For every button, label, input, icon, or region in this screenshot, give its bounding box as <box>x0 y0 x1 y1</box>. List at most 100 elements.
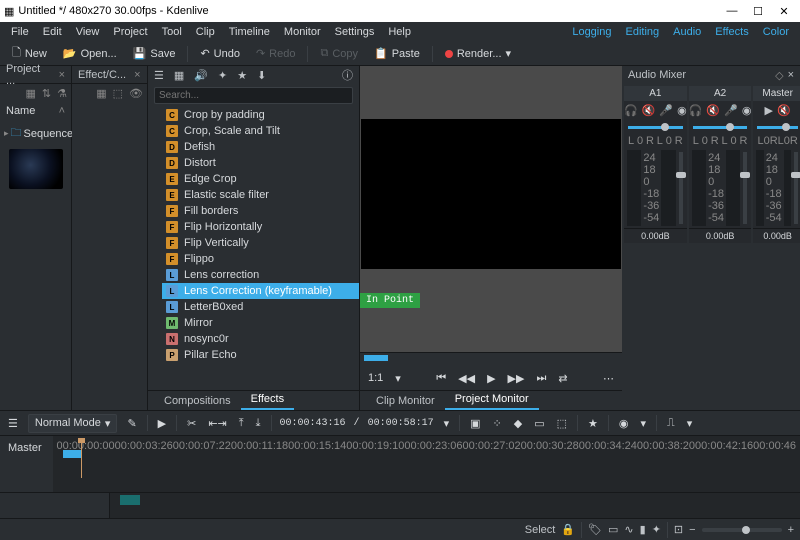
layout-effects[interactable]: Effects <box>708 24 755 40</box>
playhead[interactable] <box>81 438 82 478</box>
channel-ctrl-icon[interactable]: 🎤 <box>659 104 673 117</box>
channel-ctrl-icon[interactable]: 🎧 <box>689 104 703 117</box>
play-icon[interactable]: ▶ <box>485 372 497 385</box>
star-icon[interactable]: ★ <box>237 69 247 82</box>
thumb-icon[interactable]: ▭ <box>608 523 618 536</box>
clip-thumbnail[interactable] <box>9 149 63 189</box>
effect-item[interactable]: EElastic scale filter <box>162 187 359 203</box>
layout-audio[interactable]: Audio <box>666 24 708 40</box>
timecode-current[interactable]: 00:00:43:16 <box>280 418 346 429</box>
menu-icon[interactable]: ☰ <box>154 69 164 82</box>
lock-icon[interactable]: 🔒 <box>561 523 575 536</box>
effects-icon[interactable]: ✦ <box>652 523 661 536</box>
menu-project[interactable]: Project <box>106 24 154 40</box>
forward-icon[interactable]: ▶▶ <box>506 372 527 385</box>
effect-item[interactable]: DDefish <box>162 139 359 155</box>
effect-item[interactable]: DDistort <box>162 155 359 171</box>
layout-logging[interactable]: Logging <box>565 24 618 40</box>
grid-icon[interactable]: ▦ <box>174 69 184 82</box>
tab-effects[interactable]: Effects <box>241 390 294 410</box>
effect-item[interactable]: CCrop by padding <box>162 107 359 123</box>
effect-item[interactable]: FFill borders <box>162 203 359 219</box>
effect-item[interactable]: MMirror <box>162 315 359 331</box>
menu-monitor[interactable]: Monitor <box>277 24 328 40</box>
timeline-ruler[interactable]: 00:00:00:0000:00:03:2600:00:07:2200:00:1… <box>53 436 800 492</box>
mixer-icon[interactable]: ⎍ <box>665 417 677 430</box>
sort-icon[interactable]: ⇅ <box>42 87 51 100</box>
spacer-icon[interactable]: ⇤⇥ <box>206 417 228 430</box>
wave-icon[interactable]: ∿ <box>624 523 633 536</box>
menu-view[interactable]: View <box>69 24 107 40</box>
redo-button[interactable]: ↷Redo <box>250 45 302 62</box>
channel-ctrl-icon[interactable]: ◉ <box>742 104 752 117</box>
monitor-ruler[interactable] <box>360 352 622 366</box>
channel-label[interactable]: A1 <box>624 86 687 101</box>
overwrite-icon[interactable]: ⤓ <box>254 417 263 430</box>
pan-slider[interactable] <box>757 122 797 132</box>
effect-item[interactable]: CCrop, Scale and Tilt <box>162 123 359 139</box>
favorite-icon[interactable]: ★ <box>586 417 600 430</box>
undock-icon[interactable]: ◇ <box>775 69 783 82</box>
zoom-out-icon[interactable]: − <box>689 524 695 536</box>
menu-timeline[interactable]: Timeline <box>222 24 277 40</box>
channel-ctrl-icon[interactable]: 🔇 <box>642 104 656 117</box>
effect-item[interactable]: FFlippo <box>162 251 359 267</box>
tab-clip-monitor[interactable]: Clip Monitor <box>366 392 445 410</box>
tab-compositions[interactable]: Compositions <box>154 392 241 410</box>
open-button[interactable]: 📂Open... <box>57 45 123 62</box>
marker-icon[interactable]: ▣ <box>468 417 482 430</box>
download-icon[interactable]: ⬇ <box>257 69 266 82</box>
timeline-zone[interactable] <box>63 450 81 458</box>
channel-ctrl-icon[interactable]: 🎤 <box>724 104 738 117</box>
menu-help[interactable]: Help <box>381 24 418 40</box>
zone-icon[interactable]: ⇄ <box>556 372 569 385</box>
monitor-viewport[interactable]: In Point <box>360 66 622 352</box>
channel-ctrl-icon[interactable]: ▶ <box>765 104 773 117</box>
project-bin-tab[interactable]: Project ...× <box>0 66 71 84</box>
chevron-down-icon[interactable]: ▾ <box>442 417 452 430</box>
maximize-button[interactable]: ☐ <box>752 5 764 18</box>
chevron-down-icon[interactable]: ▾ <box>393 372 403 385</box>
minimize-button[interactable]: — <box>726 5 738 18</box>
effects-search-input[interactable] <box>154 87 353 104</box>
menu-tool[interactable]: Tool <box>155 24 189 40</box>
channel-ctrl-icon[interactable]: ◉ <box>677 104 687 117</box>
chevron-down-icon[interactable]: ▾ <box>639 417 649 430</box>
menu-edit[interactable]: Edit <box>36 24 69 40</box>
tag-icon[interactable]: 🏷 <box>588 523 602 536</box>
channel-db[interactable]: 0.00dB <box>689 228 752 243</box>
master-track-label[interactable]: Master <box>0 436 53 460</box>
more-icon[interactable]: ⋯ <box>601 372 616 385</box>
skip-forward-icon[interactable]: ⏭ <box>534 372 548 385</box>
effect-item[interactable]: Nnosync0r <box>162 331 359 347</box>
volume-slider[interactable] <box>679 152 683 224</box>
effects-list[interactable]: CCrop by paddingCCrop, Scale and TiltDDe… <box>148 107 359 390</box>
paste-button[interactable]: 📋Paste <box>368 45 426 62</box>
close-icon[interactable]: × <box>134 69 140 81</box>
layout-color[interactable]: Color <box>756 24 796 40</box>
save-button[interactable]: 💾Save <box>127 45 182 62</box>
rewind-icon[interactable]: ◀◀ <box>456 372 477 385</box>
bin-name-header[interactable]: Name˄ <box>0 102 71 120</box>
zoom-fit-icon[interactable]: ⊡ <box>674 523 683 536</box>
sound-icon[interactable]: 🔊 <box>194 69 208 82</box>
view-icon[interactable]: ▦ <box>96 87 106 100</box>
view-icon[interactable]: ▦ <box>26 87 36 100</box>
pan-slider[interactable] <box>693 122 748 132</box>
copy-button[interactable]: ⧉Copy <box>314 45 364 62</box>
undo-button[interactable]: ↶Undo <box>194 45 246 62</box>
record-icon[interactable]: ◉ <box>617 417 631 430</box>
monitor-ratio[interactable]: 1:1 <box>366 372 385 384</box>
close-icon[interactable]: × <box>788 69 794 81</box>
channel-label[interactable]: A2 <box>689 86 752 101</box>
menu-file[interactable]: File <box>4 24 36 40</box>
timeline-clip[interactable] <box>120 495 140 505</box>
insert-icon[interactable]: ⤒ <box>237 417 246 430</box>
tab-project-monitor[interactable]: Project Monitor <box>445 390 539 410</box>
effect-item[interactable]: EEdge Crop <box>162 171 359 187</box>
close-icon[interactable]: × <box>59 69 65 81</box>
play-icon[interactable]: ▶ <box>156 417 168 430</box>
skip-back-icon[interactable]: ⏮ <box>434 372 448 385</box>
zone-icon[interactable]: ⬚ <box>555 417 569 430</box>
channel-ctrl-icon[interactable]: 🎧 <box>624 104 638 117</box>
